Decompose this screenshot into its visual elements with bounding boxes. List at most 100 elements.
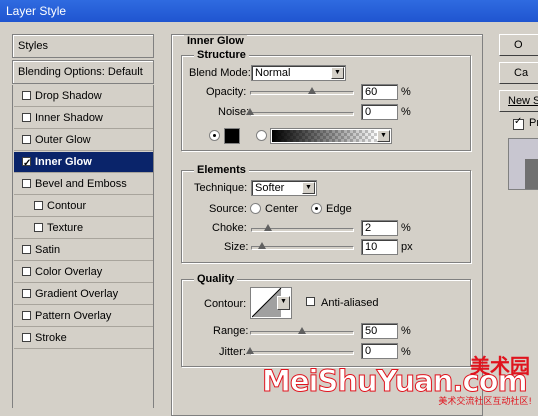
style-item[interactable]: Inner Shadow (14, 108, 153, 129)
contour-label: Contour: (204, 298, 247, 310)
style-item-label: Gradient Overlay (35, 288, 119, 300)
source-center-radio[interactable] (250, 203, 261, 214)
size-slider-track[interactable] (251, 246, 354, 250)
chevron-down-icon: ▼ (377, 130, 390, 142)
style-item-checkbox[interactable] (22, 113, 31, 122)
style-item-label: Drop Shadow (35, 90, 102, 102)
solid-color-radio[interactable] (209, 130, 220, 141)
style-item-checkbox[interactable] (22, 333, 31, 342)
noise-label: Noise: (218, 106, 250, 118)
opacity-unit: % (401, 86, 411, 98)
source-edge-label[interactable]: Edge (326, 203, 352, 215)
size-input[interactable]: 10 (361, 239, 398, 255)
noise-slider-thumb[interactable] (246, 108, 254, 115)
style-item[interactable]: Color Overlay (14, 262, 153, 283)
style-item-label: Texture (47, 222, 84, 234)
source-edge-radio[interactable] (311, 203, 322, 214)
blending-options-label: Blending Options: Default (18, 66, 143, 78)
opacity-input[interactable]: 60 (361, 84, 398, 100)
style-item-checkbox[interactable] (22, 135, 31, 144)
quality-title: Quality (194, 273, 238, 285)
range-input[interactable]: 50 (361, 323, 398, 339)
preview-swatch (525, 159, 538, 189)
style-item-checkbox[interactable] (34, 201, 43, 210)
anti-aliased-label[interactable]: Anti-aliased (321, 297, 378, 309)
technique-value: Softer (255, 182, 285, 194)
styles-label: Styles (18, 40, 48, 52)
style-item-checkbox[interactable] (34, 223, 43, 232)
blend-mode-select[interactable]: Normal ▼ (251, 65, 346, 81)
style-item-label: Inner Glow (35, 156, 92, 168)
style-item-label: Outer Glow (35, 134, 91, 146)
choke-input[interactable]: 2 (361, 220, 398, 236)
style-item-label: Satin (35, 244, 61, 256)
blending-options-header[interactable]: Blending Options: Default (12, 60, 154, 84)
style-item[interactable]: Contour (14, 196, 153, 217)
noise-slider-track[interactable] (250, 112, 354, 116)
range-slider-thumb[interactable] (298, 327, 306, 334)
style-item-label: Color Overlay (35, 266, 103, 278)
style-item[interactable]: Pattern Overlay (14, 306, 153, 327)
style-preview (508, 138, 538, 190)
style-item[interactable]: Stroke (14, 328, 153, 349)
style-item-label: Contour (47, 200, 87, 212)
style-item-label: Bevel and Emboss (35, 178, 127, 190)
choke-slider-thumb[interactable] (263, 224, 272, 231)
jitter-label: Jitter: (219, 346, 246, 358)
gradient-picker[interactable]: ▼ (270, 128, 392, 144)
preview-checkbox[interactable] (513, 116, 524, 130)
gradient-radio[interactable] (256, 130, 267, 141)
technique-label: Technique: (194, 182, 248, 194)
inner-glow-title: Inner Glow (184, 35, 247, 47)
style-item-label: Inner Shadow (35, 112, 103, 124)
styles-header[interactable]: Styles (12, 34, 154, 58)
anti-aliased-checkbox[interactable] (306, 297, 315, 306)
style-item[interactable]: Gradient Overlay (14, 284, 153, 305)
opacity-slider-thumb[interactable] (308, 87, 317, 94)
style-item[interactable]: Inner Glow (14, 152, 153, 174)
window-title: Layer Style (6, 4, 67, 18)
style-item-checkbox[interactable] (22, 289, 31, 298)
contour-picker[interactable]: ▼ (250, 287, 292, 319)
style-item-checkbox[interactable] (22, 267, 31, 276)
style-item[interactable]: Satin (14, 240, 153, 261)
opacity-slider-track[interactable] (250, 91, 354, 95)
noise-input[interactable]: 0 (361, 104, 398, 120)
ok-button[interactable]: O (499, 34, 538, 56)
preview-label[interactable]: Pr (529, 117, 538, 129)
choke-unit: % (401, 222, 411, 234)
elements-title: Elements (194, 164, 249, 176)
style-item-checkbox[interactable] (22, 91, 31, 100)
style-item[interactable]: Texture (14, 218, 153, 239)
chevron-down-icon: ▼ (277, 296, 290, 310)
size-slider-thumb[interactable] (257, 242, 266, 249)
range-unit: % (401, 325, 411, 337)
styles-panel: Styles Blending Options: Default Drop Sh… (12, 34, 154, 408)
style-item-label: Stroke (35, 332, 67, 344)
title-bar: Layer Style (0, 0, 538, 22)
range-label: Range: (213, 325, 249, 337)
style-item-checkbox[interactable] (22, 179, 31, 188)
source-label: Source: (209, 203, 247, 215)
structure-title: Structure (194, 49, 249, 61)
watermark-logo: 美术园 MeiShuYuan.com 美术交流社区互动社区! (262, 350, 538, 408)
style-item-checkbox[interactable] (22, 154, 31, 174)
blend-mode-value: Normal (255, 67, 291, 79)
style-item[interactable]: Outer Glow (14, 130, 153, 151)
chevron-down-icon: ▼ (331, 67, 344, 79)
new-style-button[interactable]: New S (499, 90, 538, 112)
style-item-checkbox[interactable] (22, 245, 31, 254)
size-label: Size: (224, 241, 249, 253)
style-item[interactable]: Bevel and Emboss (14, 174, 153, 195)
technique-select[interactable]: Softer ▼ (251, 180, 317, 196)
style-item-label: Pattern Overlay (35, 310, 112, 322)
size-unit: px (401, 241, 413, 253)
gradient-preview (272, 130, 378, 142)
jitter-slider-thumb[interactable] (246, 347, 254, 354)
style-item[interactable]: Drop Shadow (14, 86, 153, 107)
glow-color-swatch[interactable] (224, 128, 240, 144)
style-item-checkbox[interactable] (22, 311, 31, 320)
source-center-label[interactable]: Center (265, 203, 298, 215)
choke-label: Choke: (212, 222, 247, 234)
cancel-button[interactable]: Ca (499, 62, 538, 84)
